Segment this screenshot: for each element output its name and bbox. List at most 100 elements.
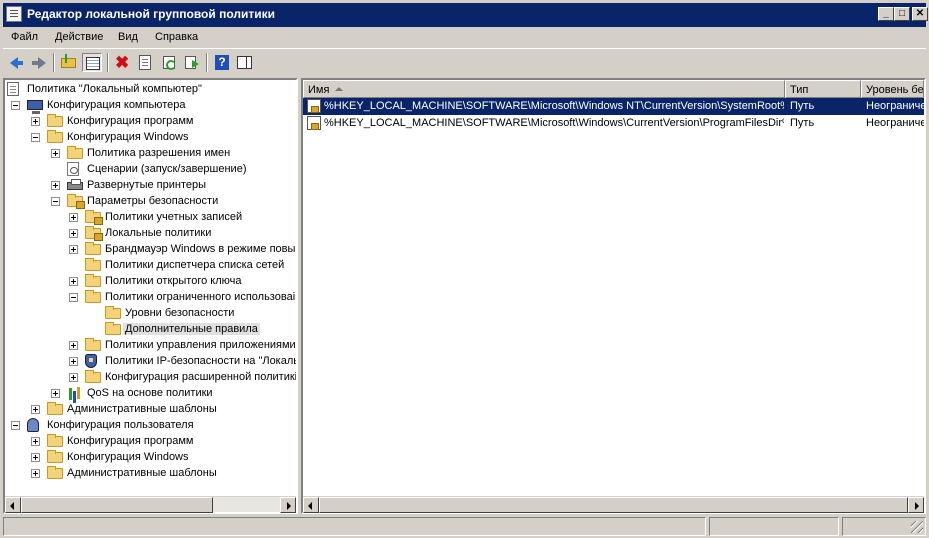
status-bar bbox=[3, 517, 926, 536]
expand-toggle[interactable] bbox=[51, 181, 60, 190]
list-row[interactable]: %HKEY_LOCAL_MACHINE\SOFTWARE\Microsoft\W… bbox=[303, 98, 924, 115]
column-name-label: Имя bbox=[308, 84, 330, 96]
status-cell-secondary bbox=[709, 517, 839, 536]
tree-horizontal-scrollbar[interactable] bbox=[5, 496, 296, 513]
expand-toggle[interactable] bbox=[51, 149, 60, 158]
gpedit-app-icon bbox=[6, 6, 22, 22]
menu-file[interactable]: Файл bbox=[11, 31, 38, 43]
collapse-toggle[interactable] bbox=[31, 133, 40, 142]
collapse-toggle[interactable] bbox=[11, 421, 20, 430]
delete-icon: ✖ bbox=[115, 53, 130, 72]
expand-toggle[interactable] bbox=[31, 453, 40, 462]
tree-label: Политики IP-безопасности на "Локаль bbox=[105, 355, 296, 367]
help-button[interactable]: ? bbox=[212, 53, 232, 72]
results-pane[interactable]: Имя Тип Уровень без %HKEY_LOCAL_MACHINE\… bbox=[301, 78, 926, 514]
column-header-type[interactable]: Тип bbox=[785, 80, 861, 98]
back-button[interactable] bbox=[7, 53, 27, 72]
folder-icon bbox=[85, 290, 101, 303]
status-cell-tertiary bbox=[842, 517, 926, 536]
collapse-toggle[interactable] bbox=[51, 197, 60, 206]
user-icon bbox=[27, 418, 39, 432]
folder-icon bbox=[105, 306, 121, 319]
expand-toggle[interactable] bbox=[31, 437, 40, 446]
tree-label: Конфигурация программ bbox=[67, 435, 194, 447]
column-level-label: Уровень без bbox=[866, 84, 924, 96]
up-one-level-button[interactable] bbox=[59, 53, 79, 72]
expand-toggle[interactable] bbox=[69, 277, 78, 286]
rule-name: %HKEY_LOCAL_MACHINE\SOFTWARE\Microsoft\W… bbox=[324, 117, 784, 129]
list-horizontal-scrollbar[interactable] bbox=[303, 496, 924, 513]
folder-icon bbox=[67, 146, 83, 159]
toolbar-separator bbox=[107, 53, 109, 72]
scroll-thumb[interactable] bbox=[319, 497, 908, 513]
export-list-button[interactable] bbox=[182, 53, 202, 72]
folder-icon bbox=[47, 402, 63, 415]
expand-toggle[interactable] bbox=[31, 117, 40, 126]
tree-label: Политика разрешения имен bbox=[87, 147, 231, 159]
collapse-toggle[interactable] bbox=[69, 293, 78, 302]
expand-toggle[interactable] bbox=[69, 245, 78, 254]
script-icon bbox=[67, 162, 79, 176]
forward-icon bbox=[32, 57, 46, 69]
show-hide-tree-icon bbox=[86, 57, 100, 70]
folder-icon bbox=[105, 322, 121, 335]
tree-label: Политики управления приложениями bbox=[105, 339, 296, 351]
tree-label: Политика "Локальный компьютер" bbox=[27, 83, 202, 95]
toolbar-separator bbox=[206, 53, 208, 72]
show-action-pane-icon bbox=[237, 56, 252, 69]
close-button[interactable]: ✕ bbox=[912, 7, 928, 21]
delete-button[interactable]: ✖ bbox=[113, 53, 133, 72]
scroll-thumb[interactable] bbox=[21, 497, 213, 513]
column-header-name[interactable]: Имя bbox=[303, 80, 785, 98]
resize-grip-icon[interactable] bbox=[911, 521, 923, 533]
rule-type: Путь bbox=[790, 100, 815, 112]
back-icon bbox=[10, 57, 23, 69]
folder-icon bbox=[85, 370, 101, 383]
properties-button[interactable] bbox=[135, 53, 155, 72]
toolbar-separator bbox=[53, 53, 55, 72]
tree-label: Политики открытого ключа bbox=[105, 275, 242, 287]
status-cell-main bbox=[3, 517, 706, 536]
collapse-toggle[interactable] bbox=[11, 101, 20, 110]
window-title: Редактор локальной групповой политики bbox=[27, 7, 275, 21]
list-row[interactable]: %HKEY_LOCAL_MACHINE\SOFTWARE\Microsoft\W… bbox=[303, 115, 924, 132]
export-list-icon bbox=[185, 56, 199, 69]
folder-icon bbox=[85, 258, 101, 271]
menu-action[interactable]: Действие bbox=[55, 31, 103, 43]
expand-toggle[interactable] bbox=[69, 341, 78, 350]
console-tree: Политика "Локальный компьютер" Конфигура… bbox=[5, 80, 296, 496]
expand-toggle[interactable] bbox=[31, 469, 40, 478]
scroll-right-button[interactable] bbox=[280, 497, 296, 513]
console-tree-pane[interactable]: Политика "Локальный компьютер" Конфигура… bbox=[3, 78, 298, 514]
expand-toggle[interactable] bbox=[69, 229, 78, 238]
forward-button[interactable] bbox=[29, 53, 49, 72]
folder-icon bbox=[47, 114, 63, 127]
security-folder-icon bbox=[67, 194, 85, 209]
refresh-icon bbox=[163, 56, 176, 70]
show-action-pane-button[interactable] bbox=[234, 53, 254, 72]
refresh-button[interactable] bbox=[159, 53, 179, 72]
tree-label: Административные шаблоны bbox=[67, 467, 217, 479]
title-bar[interactable]: Редактор локальной групповой политики _ … bbox=[0, 0, 929, 27]
scroll-left-button[interactable] bbox=[5, 497, 21, 513]
menu-help[interactable]: Справка bbox=[155, 31, 198, 43]
tree-label: Политики учетных записей bbox=[105, 211, 243, 223]
scroll-right-button[interactable] bbox=[908, 497, 924, 513]
column-header-security-level[interactable]: Уровень без bbox=[861, 80, 924, 98]
menu-view[interactable]: Вид bbox=[118, 31, 138, 43]
show-hide-tree-button[interactable] bbox=[82, 53, 102, 72]
tree-label: Уровни безопасности bbox=[125, 307, 235, 319]
expand-toggle[interactable] bbox=[51, 389, 60, 398]
sort-ascending-icon bbox=[335, 87, 344, 91]
scroll-left-button[interactable] bbox=[303, 497, 319, 513]
tree-label: Параметры безопасности bbox=[87, 195, 219, 207]
expand-toggle[interactable] bbox=[69, 213, 78, 222]
rule-name: %HKEY_LOCAL_MACHINE\SOFTWARE\Microsoft\W… bbox=[324, 100, 784, 112]
maximize-button[interactable]: □ bbox=[894, 7, 910, 21]
expand-toggle[interactable] bbox=[69, 373, 78, 382]
expand-toggle[interactable] bbox=[31, 405, 40, 414]
expand-toggle[interactable] bbox=[69, 357, 78, 366]
policy-doc-icon bbox=[7, 82, 19, 96]
tree-label: QoS на основе политики bbox=[87, 387, 213, 399]
minimize-button[interactable]: _ bbox=[878, 7, 894, 21]
